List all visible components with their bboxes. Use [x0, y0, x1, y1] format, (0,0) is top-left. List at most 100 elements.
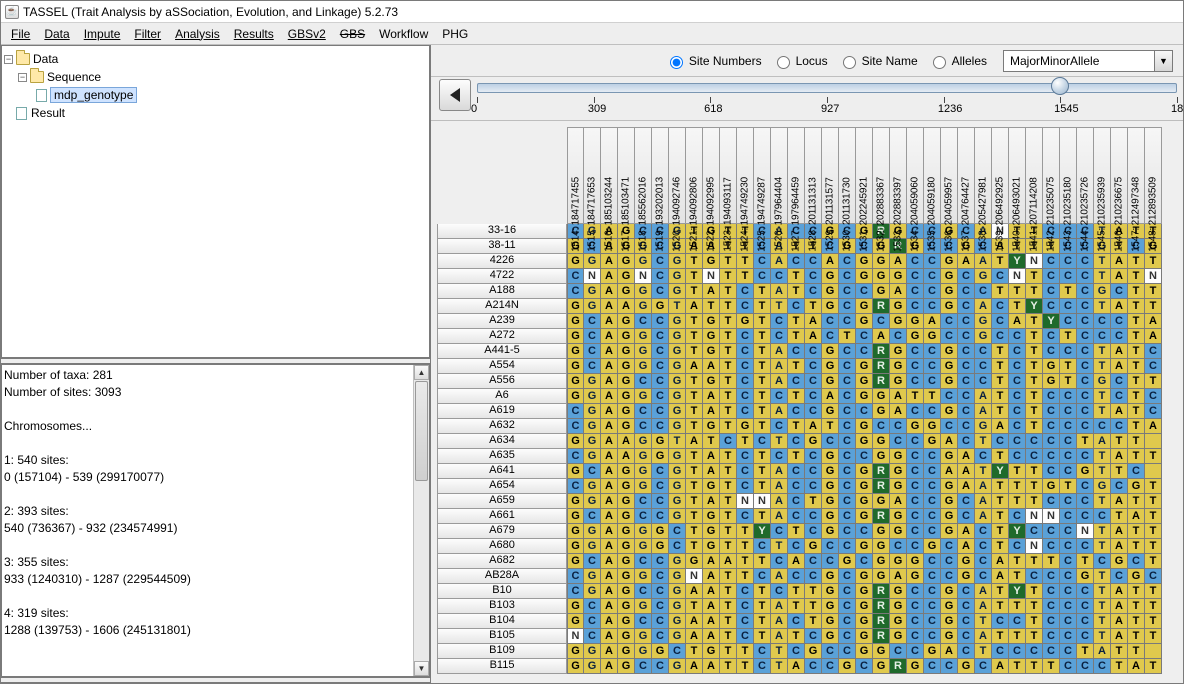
genotype-cell[interactable]: G — [873, 389, 890, 404]
genotype-cell[interactable]: C — [975, 374, 992, 389]
genotype-cell[interactable]: G — [618, 329, 635, 344]
genotype-cell[interactable]: C — [975, 659, 992, 674]
genotype-cell[interactable]: R — [873, 584, 890, 599]
genotype-cell[interactable]: N — [584, 269, 601, 284]
genotype-cell[interactable]: T — [788, 584, 805, 599]
genotype-cell[interactable]: A — [1111, 584, 1128, 599]
genotype-cell[interactable]: C — [924, 299, 941, 314]
genotype-cell[interactable]: G — [822, 494, 839, 509]
genotype-cell[interactable]: C — [924, 569, 941, 584]
genotype-cell[interactable]: T — [1043, 554, 1060, 569]
genotype-cell[interactable]: G — [1128, 569, 1145, 584]
genotype-cell[interactable]: T — [1128, 419, 1145, 434]
genotype-cell[interactable]: T — [754, 449, 771, 464]
genotype-cell[interactable]: T — [1009, 299, 1026, 314]
genotype-cell[interactable]: C — [737, 479, 754, 494]
genotype-cell[interactable]: C — [584, 464, 601, 479]
genotype-cell[interactable]: G — [669, 569, 686, 584]
genotype-cell[interactable]: G — [822, 374, 839, 389]
genotype-cell[interactable]: C — [839, 629, 856, 644]
column-header[interactable]: 1528: 201131313 — [805, 127, 822, 224]
row-header[interactable]: A441-5 — [437, 344, 567, 359]
genotype-cell[interactable]: C — [788, 464, 805, 479]
genotype-cell[interactable]: C — [635, 509, 652, 524]
genotype-cell[interactable]: C — [907, 494, 924, 509]
genotype-cell[interactable]: C — [839, 359, 856, 374]
row-header[interactable]: B10 — [437, 584, 567, 599]
genotype-cell[interactable]: G — [890, 269, 907, 284]
genotype-cell[interactable]: C — [924, 614, 941, 629]
genotype-cell[interactable]: C — [907, 614, 924, 629]
genotype-cell[interactable]: G — [567, 644, 584, 659]
genotype-cell[interactable]: C — [1043, 614, 1060, 629]
genotype-cell[interactable]: C — [805, 554, 822, 569]
genotype-cell[interactable]: A — [618, 299, 635, 314]
genotype-cell[interactable]: C — [635, 494, 652, 509]
genotype-cell[interactable]: C — [567, 419, 584, 434]
genotype-cell[interactable]: T — [805, 614, 822, 629]
genotype-cell[interactable]: N — [1009, 269, 1026, 284]
genotype-cell[interactable]: T — [992, 449, 1009, 464]
genotype-cell[interactable]: T — [1009, 659, 1026, 674]
genotype-cell[interactable]: C — [856, 524, 873, 539]
genotype-cell[interactable]: A — [975, 389, 992, 404]
genotype-cell[interactable]: T — [992, 524, 1009, 539]
genotype-cell[interactable]: C — [924, 479, 941, 494]
genotype-cell[interactable]: A — [805, 314, 822, 329]
genotype-cell[interactable]: T — [754, 389, 771, 404]
genotype-cell[interactable]: A — [1111, 269, 1128, 284]
genotype-cell[interactable]: T — [686, 449, 703, 464]
genotype-cell[interactable]: A — [686, 584, 703, 599]
genotype-cell[interactable]: T — [754, 299, 771, 314]
genotype-cell[interactable]: T — [1026, 464, 1043, 479]
genotype-cell[interactable]: C — [754, 269, 771, 284]
genotype-cell[interactable]: G — [635, 539, 652, 554]
row-header[interactable]: A239 — [437, 314, 567, 329]
genotype-cell[interactable]: T — [720, 254, 737, 269]
genotype-cell[interactable]: C — [1060, 554, 1077, 569]
genotype-cell[interactable]: G — [890, 629, 907, 644]
genotype-cell[interactable]: T — [1026, 614, 1043, 629]
genotype-cell[interactable]: T — [788, 419, 805, 434]
genotype-cell[interactable]: G — [635, 299, 652, 314]
column-header[interactable]: 1536: 204059957 — [941, 127, 958, 224]
genotype-cell[interactable]: R — [890, 659, 907, 674]
genotype-cell[interactable]: A — [1094, 644, 1111, 659]
genotype-cell[interactable]: G — [890, 464, 907, 479]
column-header[interactable]: 1529: 201131577 — [822, 127, 839, 224]
genotype-cell[interactable]: T — [1009, 599, 1026, 614]
genotype-cell[interactable]: G — [856, 374, 873, 389]
genotype-cell[interactable]: T — [788, 599, 805, 614]
genotype-cell[interactable]: G — [924, 434, 941, 449]
genotype-cell[interactable]: C — [839, 614, 856, 629]
genotype-cell[interactable]: G — [669, 614, 686, 629]
genotype-cell[interactable]: C — [652, 464, 669, 479]
genotype-cell[interactable]: T — [1145, 584, 1162, 599]
genotype-cell[interactable]: T — [1009, 629, 1026, 644]
genotype-cell[interactable]: C — [737, 374, 754, 389]
genotype-cell[interactable]: G — [941, 479, 958, 494]
genotype-cell[interactable]: G — [635, 524, 652, 539]
genotype-cell[interactable]: C — [839, 644, 856, 659]
genotype-cell[interactable]: A — [686, 659, 703, 674]
genotype-cell[interactable]: C — [839, 539, 856, 554]
genotype-cell[interactable]: C — [1077, 404, 1094, 419]
genotype-cell[interactable]: T — [1009, 284, 1026, 299]
genotype-cell[interactable]: C — [737, 599, 754, 614]
genotype-cell[interactable]: C — [1060, 509, 1077, 524]
genotype-cell[interactable]: C — [652, 284, 669, 299]
genotype-cell[interactable]: G — [584, 434, 601, 449]
genotype-cell[interactable]: C — [907, 524, 924, 539]
genotype-cell[interactable]: C — [907, 644, 924, 659]
genotype-cell[interactable]: A — [601, 524, 618, 539]
genotype-cell[interactable]: T — [1145, 614, 1162, 629]
genotype-cell[interactable]: C — [839, 269, 856, 284]
genotype-cell[interactable]: G — [635, 254, 652, 269]
genotype-cell[interactable]: T — [754, 344, 771, 359]
genotype-cell[interactable]: C — [1043, 524, 1060, 539]
genotype-cell[interactable]: R — [873, 344, 890, 359]
genotype-cell[interactable]: T — [975, 644, 992, 659]
genotype-cell[interactable]: T — [737, 644, 754, 659]
genotype-cell[interactable]: C — [924, 599, 941, 614]
genotype-cell[interactable]: T — [1026, 599, 1043, 614]
